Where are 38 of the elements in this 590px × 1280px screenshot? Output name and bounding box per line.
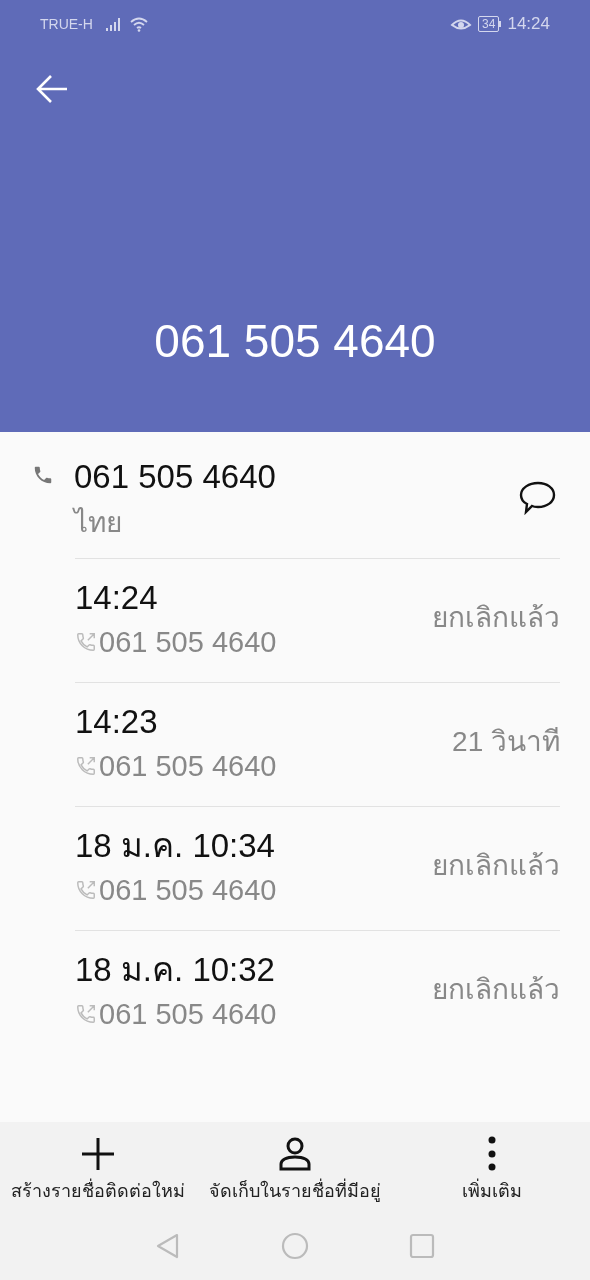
call-number: 061 505 4640 (99, 749, 277, 784)
call-log-item[interactable]: 18 ม.ค. 10:32 061 505 4640 ยกเลิกแล้ว (75, 929, 560, 1054)
carrier-name: TRUE-H (40, 14, 93, 34)
call-time: 14:23 (75, 702, 159, 742)
phone-number-title: 061 505 4640 (153, 314, 437, 369)
outgoing-call-icon (75, 1003, 97, 1025)
call-status: ยกเลิกแล้ว (432, 973, 560, 1007)
call-number: 061 505 4640 (99, 997, 277, 1032)
call-log-item[interactable]: 14:24 061 505 4640 ยกเลิกแล้ว (75, 557, 560, 682)
back-arrow-icon (35, 73, 69, 105)
clock: 14:24 (507, 13, 550, 36)
nav-home-icon[interactable] (281, 1232, 309, 1260)
call-log-item[interactable]: 18 ม.ค. 10:34 061 505 4640 ยกเลิกแล้ว (75, 805, 560, 930)
person-icon (277, 1136, 313, 1172)
outgoing-call-icon (75, 755, 97, 777)
phone-icon (32, 464, 54, 486)
wifi-icon (128, 16, 149, 32)
outgoing-call-icon (75, 879, 97, 901)
call-number: 061 505 4640 (99, 625, 277, 660)
call-number: 061 505 4640 (99, 873, 277, 908)
battery-icon: 34 (478, 16, 502, 32)
action-button[interactable]: จัดเก็บในรายชื่อที่มีอยู่ (196, 1136, 394, 1218)
action-button[interactable]: สร้างรายชื่อติดต่อใหม่ (0, 1136, 197, 1218)
location-label: ไทย (74, 505, 123, 540)
more-icon (486, 1136, 497, 1172)
call-status: 21 วินาที (452, 725, 560, 759)
call-log-item[interactable]: 14:23 061 505 4640 21 วินาที (75, 681, 560, 806)
action-button[interactable]: เพิ่มเติม (393, 1136, 590, 1218)
nav-back-icon[interactable] (155, 1232, 181, 1260)
nav-recents-icon[interactable] (409, 1233, 435, 1259)
call-time: 18 ม.ค. 10:32 (75, 950, 276, 990)
plus-icon (80, 1136, 117, 1172)
phone-number: 061 505 4640 (74, 457, 277, 497)
call-time: 14:24 (75, 578, 159, 618)
call-time: 18 ม.ค. 10:34 (75, 826, 276, 866)
call-status: ยกเลิกแล้ว (432, 601, 560, 635)
outgoing-call-icon (75, 631, 97, 653)
call-status: ยกเลิกแล้ว (432, 849, 560, 883)
